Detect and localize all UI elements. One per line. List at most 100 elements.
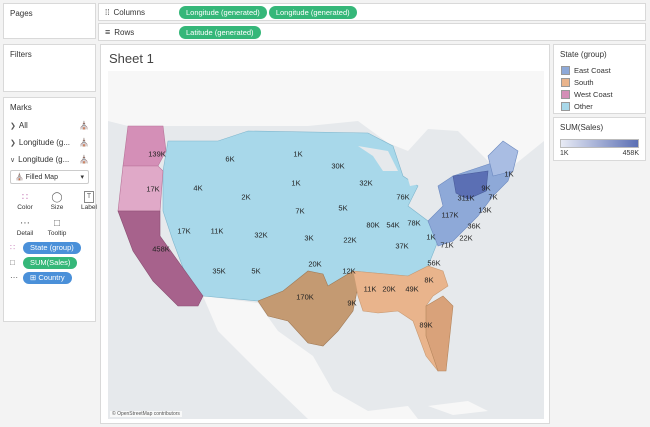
map-icon: ⛪: [79, 155, 89, 164]
label-utah: 11K: [210, 226, 224, 236]
legend-swatch: [561, 101, 570, 111]
legend-item-west-coast[interactable]: West Coast: [554, 88, 645, 100]
rows-icon: ≡: [105, 27, 111, 37]
legend-item-other[interactable]: Other: [554, 100, 645, 112]
legend-item-east-coast[interactable]: East Coast: [554, 64, 645, 76]
label-tennessee: 12K: [342, 266, 356, 276]
country-pill[interactable]: ⊞ Country: [23, 271, 72, 284]
label-idaho: 4K: [193, 183, 203, 193]
label-icon: T: [83, 191, 95, 203]
label-button[interactable]: T Label: [76, 189, 102, 211]
mark-field-sum-sales[interactable]: □ SUM(Sales): [4, 255, 95, 270]
rows-pill[interactable]: Latitude (generated): [179, 25, 261, 39]
color-button[interactable]: ∷ Color: [12, 189, 38, 212]
marks-row-label: All: [18, 121, 28, 130]
size-button-label: Size: [50, 204, 64, 211]
mark-field-state-group[interactable]: ∷ State (group): [4, 240, 95, 255]
label-illinois: 80K: [366, 220, 380, 230]
marks-all-row[interactable]: ❯ All ⛪: [4, 117, 95, 134]
state-legend-title: State (group): [560, 50, 607, 59]
label-massachusetts: 7K: [488, 192, 498, 202]
columns-pill[interactable]: Longitude (generated): [268, 5, 357, 19]
label-montana: 6K: [225, 154, 235, 164]
marks-row-label: Longitude (g...: [18, 138, 71, 147]
filled-map-icon: ⛪: [15, 174, 24, 181]
color-icon: ∷: [21, 192, 29, 203]
legend-label: West Coast: [574, 89, 613, 99]
mark-field-country[interactable]: ⋯ ⊞ Country: [4, 270, 95, 285]
pages-panel: Pages: [3, 3, 96, 39]
size-button[interactable]: ◯ Size: [44, 189, 70, 212]
map-svg[interactable]: [108, 71, 544, 419]
label-new-jersey: 36K: [467, 221, 481, 231]
marks-longitude-row-1[interactable]: ❯ Longitude (g... ⛪: [4, 134, 95, 151]
mark-type-value: Filled Map: [25, 174, 58, 181]
sales-legend: SUM(Sales) 1K 458K: [553, 117, 646, 161]
size-icon: ◯: [51, 192, 63, 203]
label-colorado: 32K: [254, 230, 268, 240]
label-iowa: 5K: [338, 203, 348, 213]
rows-shelf[interactable]: ≡ Rows Latitude (generated): [98, 23, 646, 41]
columns-icon: ⁞⁞: [105, 7, 110, 17]
label-michigan: 76K: [396, 192, 410, 202]
label-kansas: 3K: [304, 233, 314, 243]
label-maryland: 22K: [459, 233, 473, 243]
map-attribution[interactable]: © OpenStreetMap contributors: [110, 411, 182, 417]
chevron-right-icon: ❯: [10, 140, 16, 147]
label-mississippi: 11K: [363, 284, 377, 294]
label-california: 458K: [152, 244, 170, 254]
sheet-view: Sheet 1 139K 17K 4K 6K 1K 1K 30K 32K 2K …: [100, 44, 550, 424]
label-pennsylvania: 117K: [441, 210, 459, 220]
label-texas: 170K: [296, 292, 314, 302]
dropdown-arrow-icon: ▾: [80, 174, 84, 181]
mark-type-select[interactable]: ⛪ Filled Map ▾: [10, 170, 89, 184]
color-field-icon: ∷: [10, 243, 16, 252]
sales-gradient: [560, 139, 639, 148]
region-washington[interactable]: [122, 125, 167, 167]
label-georgia: 49K: [405, 284, 419, 294]
filled-map[interactable]: 139K 17K 4K 6K 1K 1K 30K 32K 2K 7K 5K 76…: [108, 71, 544, 419]
label-new-york: 311K: [457, 193, 475, 203]
map-icon: ⛪: [79, 121, 89, 130]
marks-row-label: Longitude (g...: [18, 155, 70, 164]
label-indiana: 54K: [386, 220, 400, 230]
detail-icon: ⋯: [20, 218, 30, 229]
legend-item-south[interactable]: South: [554, 76, 645, 88]
pages-title: Pages: [10, 9, 33, 18]
chevron-right-icon: ❯: [10, 123, 16, 130]
sum-sales-pill[interactable]: SUM(Sales): [23, 256, 78, 269]
tooltip-button-label: Tooltip: [47, 230, 67, 237]
tooltip-button[interactable]: □ Tooltip: [44, 215, 70, 238]
legend-swatch: [561, 89, 570, 99]
label-south-dakota: 1K: [291, 178, 301, 188]
label-alabama: 20K: [382, 284, 396, 294]
legend-swatch: [561, 65, 570, 75]
label-kentucky: 37K: [395, 241, 409, 251]
map-icon: ⛪: [79, 138, 89, 147]
legend-swatch: [561, 77, 570, 87]
rows-label: Rows: [114, 27, 135, 37]
columns-shelf[interactable]: ⁞⁞ Columns Longitude (generated) Longitud…: [98, 3, 646, 21]
columns-pill[interactable]: Longitude (generated): [179, 5, 267, 19]
tooltip-field-icon: □: [10, 258, 15, 267]
label-west-virginia: 1K: [426, 232, 436, 242]
state-group-legend: State (group) East Coast South West Coas…: [553, 44, 646, 114]
label-virginia: 71K: [440, 240, 454, 250]
sales-legend-title: SUM(Sales): [560, 123, 604, 132]
label-minnesota: 30K: [331, 161, 345, 171]
filters-panel: Filters: [3, 44, 96, 92]
label-oklahoma: 20K: [308, 259, 322, 269]
label-wisconsin: 32K: [359, 178, 373, 188]
label-wyoming: 2K: [241, 192, 251, 202]
columns-label: Columns: [113, 7, 146, 17]
chevron-down-icon: ∨: [10, 157, 16, 164]
marks-longitude-row-2[interactable]: ∨ Longitude (g... ⛪: [4, 151, 95, 168]
label-missouri: 22K: [343, 235, 357, 245]
marks-title: Marks: [10, 103, 32, 112]
label-maine: 1K: [504, 169, 514, 179]
state-group-pill[interactable]: State (group): [23, 241, 81, 254]
label-arizona: 35K: [212, 266, 226, 276]
sheet-title: Sheet 1: [109, 51, 154, 66]
marks-panel: Marks ❯ All ⛪ ❯ Longitude (g... ⛪ ∨ Longitu…: [3, 97, 97, 322]
detail-button[interactable]: ⋯ Detail: [12, 215, 38, 238]
